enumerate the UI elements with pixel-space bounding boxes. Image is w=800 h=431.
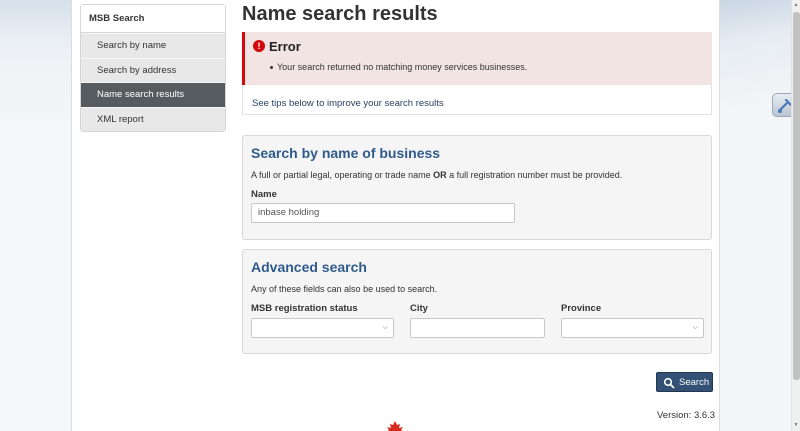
- advanced-search-heading: Advanced search: [251, 259, 367, 275]
- description-text-1: A full or partial legal, operating or tr…: [251, 170, 431, 180]
- background-right: [720, 0, 800, 431]
- search-button[interactable]: Search: [656, 372, 713, 392]
- city-label: City: [410, 303, 428, 314]
- tips-link[interactable]: See tips below to improve your search re…: [252, 98, 444, 109]
- province-label: Province: [561, 303, 602, 314]
- advanced-search-panel: Advanced search Any of these fields can …: [242, 249, 712, 354]
- sidebar-item-search-by-name[interactable]: Search by name: [81, 33, 225, 58]
- tips-box: See tips below to improve your search re…: [242, 85, 712, 115]
- name-search-description: A full or partial legal, operating or tr…: [251, 170, 622, 180]
- search-button-label: Search: [679, 377, 710, 388]
- exclamation-circle-icon: !: [253, 40, 265, 52]
- sidebar-item-name-search-results[interactable]: Name search results: [81, 82, 225, 107]
- page-title: Name search results: [242, 3, 438, 25]
- advanced-search-description: Any of these fields can also be used to …: [251, 284, 438, 294]
- name-search-heading: Search by name of business: [251, 145, 441, 161]
- scroll-down-arrow-icon[interactable]: ▼: [792, 420, 800, 430]
- scroll-thumb[interactable]: [793, 12, 800, 380]
- province-select[interactable]: ⌵: [561, 318, 704, 338]
- page-container: MSB Search Search by name Search by addr…: [71, 0, 720, 431]
- chevron-down-icon: ⌵: [692, 324, 698, 331]
- sidebar-item-search-by-address[interactable]: Search by address: [81, 57, 225, 82]
- error-message: Your search returned no matching money s…: [269, 62, 528, 72]
- version-text: Version: 3.6.3: [657, 410, 716, 421]
- name-label: Name: [251, 189, 277, 200]
- error-title: Error: [269, 39, 301, 54]
- error-alert: ! Error Your search returned no matching…: [242, 32, 712, 85]
- maple-leaf-icon: [387, 421, 403, 431]
- status-label: MSB registration status: [251, 303, 358, 314]
- magnifier-icon: [663, 377, 675, 389]
- description-or: OR: [433, 170, 447, 180]
- sidebar-item-xml-report[interactable]: XML report: [81, 106, 225, 131]
- status-select[interactable]: ⌵: [251, 318, 394, 338]
- sidebar-heading: MSB Search: [81, 5, 225, 33]
- name-search-panel: Search by name of business A full or par…: [242, 135, 712, 240]
- description-text-2: a full registration number must be provi…: [449, 170, 623, 180]
- city-input[interactable]: [410, 318, 545, 338]
- scrollbar[interactable]: ▲ ▼: [791, 0, 800, 431]
- sidebar: MSB Search Search by name Search by addr…: [80, 4, 226, 132]
- chevron-down-icon: ⌵: [382, 324, 388, 331]
- background-left: [0, 0, 72, 431]
- scroll-up-arrow-icon[interactable]: ▲: [792, 0, 800, 10]
- name-input[interactable]: inbase holding: [251, 203, 515, 223]
